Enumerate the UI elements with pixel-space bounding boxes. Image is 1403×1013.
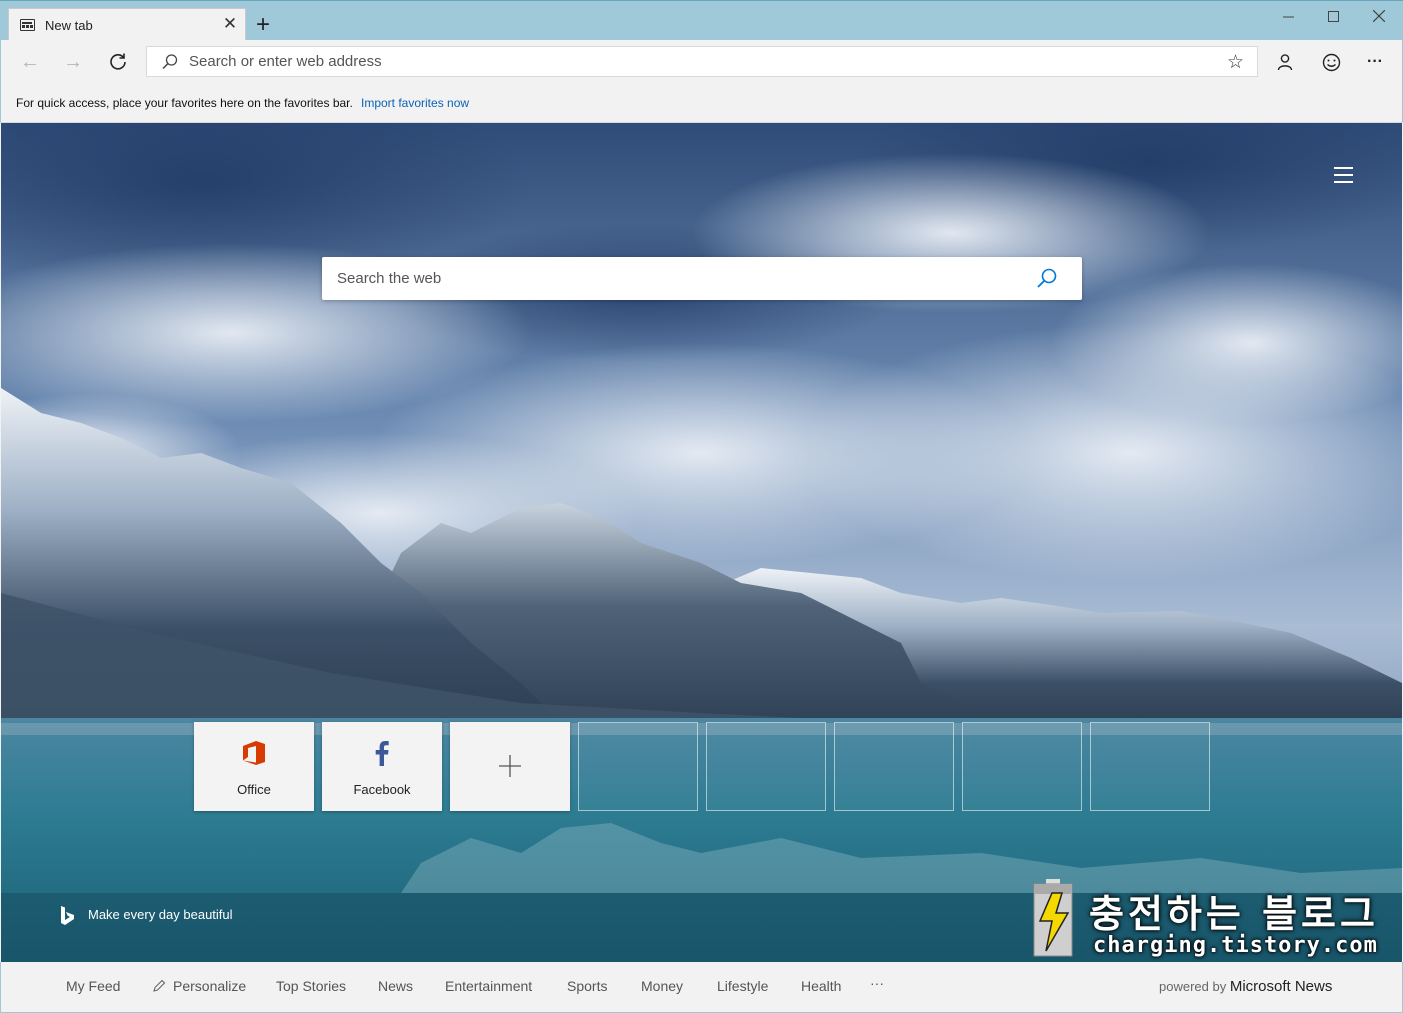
plus-icon bbox=[499, 755, 521, 777]
tab-close-icon[interactable]: ✕ bbox=[221, 15, 239, 33]
address-bar[interactable]: ☆ bbox=[146, 46, 1258, 77]
new-tab-page-icon bbox=[20, 19, 35, 31]
tab-title: New tab bbox=[45, 18, 93, 33]
nav-my-feed[interactable]: My Feed bbox=[66, 978, 120, 994]
top-site-tile-office[interactable]: Office bbox=[194, 722, 314, 811]
news-feed-nav: My Feed Personalize Top Stories News Ent… bbox=[0, 962, 1403, 1013]
nav-top-stories[interactable]: Top Stories bbox=[276, 978, 346, 994]
refresh-button[interactable] bbox=[104, 48, 132, 76]
watermark-url: charging.tistory.com bbox=[1093, 933, 1378, 958]
nav-health[interactable]: Health bbox=[801, 978, 841, 994]
top-site-tile-facebook[interactable]: Facebook bbox=[322, 722, 442, 811]
tab-new-tab[interactable]: New tab ✕ bbox=[8, 8, 246, 41]
add-site-tile[interactable] bbox=[450, 722, 570, 811]
favorites-bar: For quick access, place your favorites h… bbox=[0, 84, 1403, 123]
mountain-lake-landscape bbox=[1, 123, 1402, 962]
web-search-input[interactable] bbox=[337, 257, 1027, 300]
empty-site-tile bbox=[706, 722, 826, 811]
favorite-star-icon[interactable]: ☆ bbox=[1227, 51, 1244, 74]
search-icon bbox=[162, 54, 178, 70]
empty-site-tile bbox=[1090, 722, 1210, 811]
maximize-icon bbox=[1327, 11, 1339, 22]
new-tab-button[interactable]: + bbox=[253, 13, 273, 37]
back-arrow-icon: ← bbox=[20, 51, 40, 73]
minimize-icon bbox=[1282, 16, 1294, 18]
navigation-bar: ← → ☆ ··· bbox=[0, 40, 1403, 84]
microsoft-news-brand[interactable]: Microsoft News bbox=[1230, 978, 1333, 995]
settings-more-button[interactable]: ··· bbox=[1361, 48, 1389, 76]
office-icon bbox=[243, 741, 265, 765]
pencil-icon bbox=[153, 979, 166, 992]
favorites-bar-message: For quick access, place your favorites h… bbox=[16, 96, 353, 110]
web-search-box[interactable] bbox=[322, 257, 1082, 300]
powered-by-microsoft-news: powered by Microsoft News bbox=[1159, 978, 1332, 995]
minimize-button[interactable] bbox=[1265, 1, 1311, 33]
address-input[interactable] bbox=[189, 47, 1189, 76]
forward-button[interactable]: → bbox=[59, 48, 87, 76]
hamburger-icon-line bbox=[1334, 174, 1353, 176]
battery-lightning-icon bbox=[1033, 879, 1073, 957]
new-tab-background-image bbox=[1, 123, 1402, 962]
facebook-icon bbox=[375, 741, 389, 766]
hamburger-icon-line bbox=[1334, 181, 1353, 183]
nav-money[interactable]: Money bbox=[641, 978, 683, 994]
back-button[interactable]: ← bbox=[16, 48, 44, 76]
smiley-icon bbox=[1322, 53, 1340, 72]
nav-personalize[interactable]: Personalize bbox=[173, 978, 246, 994]
blog-watermark: 충전하는 블로그 charging.tistory.com bbox=[1032, 879, 1377, 959]
empty-site-tile bbox=[578, 722, 698, 811]
nav-more-icon[interactable]: ··· bbox=[870, 975, 884, 991]
watermark-title: 충전하는 블로그 bbox=[1089, 892, 1379, 936]
empty-site-tile bbox=[962, 722, 1082, 811]
page-settings-menu-button[interactable] bbox=[1334, 167, 1354, 183]
forward-arrow-icon: → bbox=[63, 51, 83, 73]
nav-entertainment[interactable]: Entertainment bbox=[445, 978, 532, 994]
profile-button[interactable] bbox=[1271, 48, 1299, 76]
import-favorites-link[interactable]: Import favorites now bbox=[361, 96, 469, 110]
tile-label: Office bbox=[237, 782, 271, 797]
nav-lifestyle[interactable]: Lifestyle bbox=[717, 978, 768, 994]
feedback-button[interactable] bbox=[1317, 48, 1345, 76]
hamburger-icon-line bbox=[1334, 167, 1353, 169]
close-icon bbox=[1372, 9, 1386, 23]
maximize-button[interactable] bbox=[1310, 1, 1356, 33]
title-bar: New tab ✕ + bbox=[0, 0, 1403, 41]
bing-logo-icon[interactable] bbox=[58, 905, 76, 927]
nav-news[interactable]: News bbox=[378, 978, 413, 994]
search-submit-icon[interactable] bbox=[1036, 267, 1058, 289]
close-window-button[interactable] bbox=[1356, 1, 1402, 33]
powered-by-prefix: powered by bbox=[1159, 979, 1227, 994]
refresh-icon bbox=[110, 53, 126, 70]
nav-sports[interactable]: Sports bbox=[567, 978, 607, 994]
empty-site-tile bbox=[834, 722, 954, 811]
bing-image-tagline[interactable]: Make every day beautiful bbox=[88, 907, 233, 922]
more-dots-icon: ··· bbox=[1367, 53, 1383, 70]
person-icon bbox=[1277, 54, 1293, 71]
tile-label: Facebook bbox=[353, 782, 411, 797]
